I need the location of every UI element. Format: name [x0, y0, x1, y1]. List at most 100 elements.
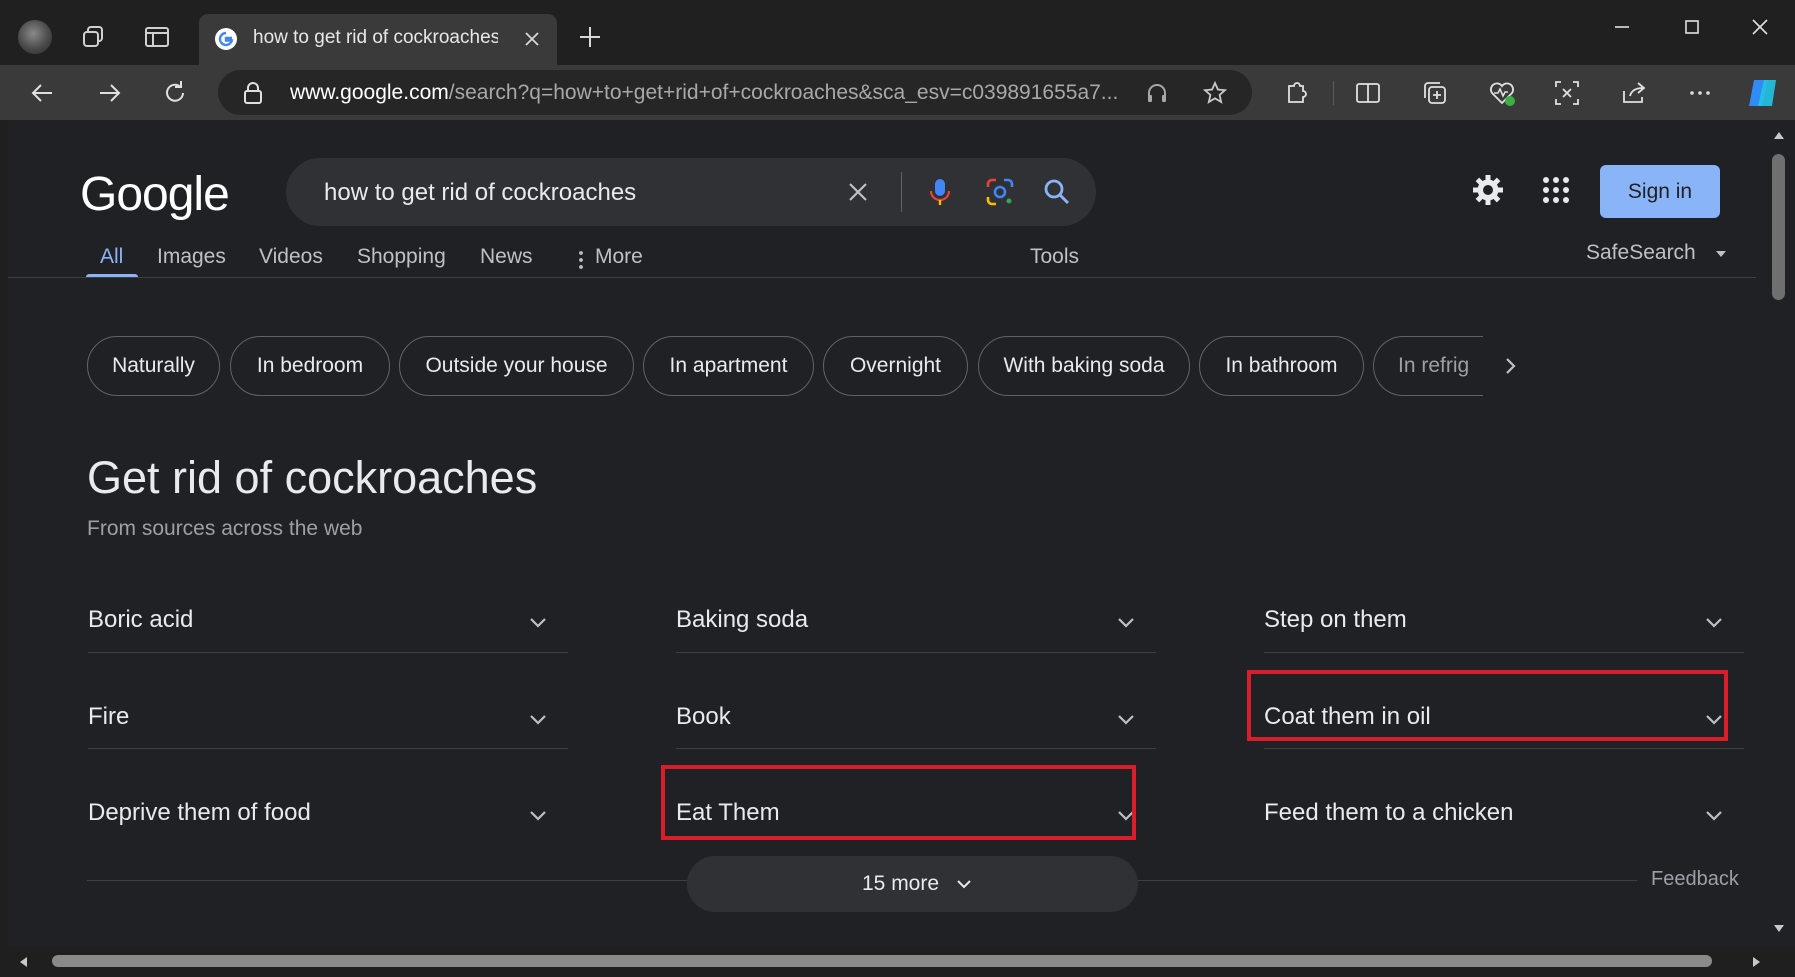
chip-in-apartment[interactable]: In apartment — [643, 336, 814, 396]
vertical-scroll-thumb[interactable] — [1772, 154, 1785, 300]
feedback-link[interactable]: Feedback — [1651, 868, 1739, 891]
tab-more[interactable]: More — [595, 245, 643, 269]
search-input[interactable]: how to get rid of cockroaches — [324, 179, 636, 207]
voice-search-icon[interactable] — [923, 175, 957, 209]
web-page: Google how to get rid of cockroaches Sig… — [8, 120, 1764, 946]
workspaces-icon[interactable] — [79, 22, 109, 52]
item-label: Step on them — [1264, 606, 1407, 633]
browser-toolbar: www.google.com/search?q=how+to+get+rid+o… — [0, 65, 1795, 120]
search-nav-tabs: All Images Videos Shopping News More Too… — [8, 238, 1764, 278]
tools-button[interactable]: Tools — [1030, 245, 1079, 269]
scroll-up-arrow-icon[interactable] — [1773, 130, 1785, 140]
chip-naturally[interactable]: Naturally — [87, 336, 220, 396]
minimize-icon[interactable] — [1607, 12, 1637, 42]
url-text[interactable]: www.google.com/search?q=how+to+get+rid+o… — [290, 81, 1150, 105]
maximize-icon[interactable] — [1677, 12, 1707, 42]
url-host: www.google.com — [290, 81, 449, 104]
chevron-down-icon — [957, 880, 971, 889]
chip-in-bathroom[interactable]: In bathroom — [1199, 336, 1364, 396]
lens-search-icon[interactable] — [983, 175, 1017, 209]
chevron-down-icon — [530, 811, 546, 821]
new-tab-icon[interactable] — [575, 22, 605, 52]
safesearch-menu[interactable]: SafeSearch — [1586, 241, 1726, 265]
chevron-right-icon[interactable] — [1498, 354, 1522, 378]
sign-in-button[interactable]: Sign in — [1600, 165, 1720, 218]
item-deprive-them-of-food[interactable]: Deprive them of food — [88, 773, 568, 857]
show-more-button[interactable]: 15 more — [687, 856, 1138, 912]
horizontal-scroll-thumb[interactable] — [52, 955, 1712, 967]
close-tab-icon[interactable] — [521, 28, 543, 50]
scroll-left-arrow-icon[interactable] — [18, 956, 28, 968]
item-label: Fire — [88, 703, 130, 730]
show-more-label: 15 more — [862, 872, 940, 895]
address-bar[interactable]: www.google.com/search?q=how+to+get+rid+o… — [218, 70, 1252, 115]
profile-avatar[interactable] — [18, 20, 52, 54]
copilot-icon[interactable] — [1744, 74, 1782, 112]
close-window-icon[interactable] — [1745, 12, 1775, 42]
more-vertical-icon[interactable] — [576, 249, 586, 271]
browser-title-bar: how to get rid of cockroaches - Google S… — [0, 0, 1795, 65]
search-box[interactable]: how to get rid of cockroaches — [286, 158, 1096, 226]
back-icon[interactable] — [26, 76, 60, 110]
share-icon[interactable] — [1618, 77, 1650, 109]
browser-tab-active[interactable]: how to get rid of cockroaches - Google S… — [199, 14, 557, 65]
row-divider — [88, 748, 568, 749]
caret-down-icon — [1716, 251, 1726, 257]
favorite-star-icon[interactable] — [1202, 80, 1228, 106]
vertical-scrollbar[interactable] — [1764, 120, 1795, 946]
google-logo[interactable]: Google — [80, 167, 230, 222]
chevron-down-icon — [1706, 618, 1722, 628]
split-screen-icon[interactable] — [1352, 77, 1384, 109]
forward-icon[interactable] — [92, 76, 126, 110]
search-icon[interactable] — [1040, 175, 1074, 209]
read-aloud-icon[interactable] — [1144, 80, 1170, 106]
row-divider — [88, 652, 568, 653]
item-feed-them-to-a-chicken[interactable]: Feed them to a chicken — [1264, 773, 1744, 857]
screenshot-icon[interactable] — [1551, 77, 1583, 109]
nav-divider — [8, 277, 1756, 278]
highlight-box-coat-them-in-oil — [1247, 670, 1728, 741]
browser-essentials-icon[interactable] — [1486, 77, 1518, 109]
item-label: Boric acid — [88, 606, 194, 633]
row-divider — [676, 748, 1156, 749]
refresh-icon[interactable] — [158, 76, 192, 110]
row-divider — [1264, 748, 1744, 749]
chip-overnight[interactable]: Overnight — [823, 336, 968, 396]
section-title: Get rid of cockroaches — [87, 452, 538, 503]
tab-videos[interactable]: Videos — [259, 245, 323, 269]
item-label: Baking soda — [676, 606, 809, 633]
tab-images[interactable]: Images — [157, 245, 226, 269]
more-menu-icon[interactable] — [1684, 77, 1716, 109]
tab-shopping[interactable]: Shopping — [357, 245, 446, 269]
google-favicon-icon — [215, 28, 237, 50]
extensions-icon[interactable] — [1280, 77, 1312, 109]
clear-search-icon[interactable] — [841, 175, 875, 209]
toolbar-separator — [1333, 81, 1334, 105]
tab-all[interactable]: All — [100, 245, 123, 269]
scroll-right-arrow-icon[interactable] — [1752, 956, 1762, 968]
section-subtitle: From sources across the web — [87, 517, 363, 540]
chevron-down-icon — [530, 715, 546, 725]
chip-outside-your-house[interactable]: Outside your house — [399, 336, 634, 396]
scroll-down-arrow-icon[interactable] — [1773, 924, 1785, 934]
lock-icon[interactable] — [242, 81, 264, 105]
chevron-down-icon — [1706, 811, 1722, 821]
settings-gear-icon[interactable] — [1468, 170, 1508, 210]
chip-in-refrigerator[interactable]: In refrig — [1373, 336, 1483, 396]
google-apps-icon[interactable] — [1538, 172, 1574, 208]
chip-in-bedroom[interactable]: In bedroom — [230, 336, 390, 396]
collections-icon[interactable] — [1419, 77, 1451, 109]
tab-news[interactable]: News — [480, 245, 533, 269]
chip-with-baking-soda[interactable]: With baking soda — [978, 336, 1190, 396]
url-path: /search?q=how+to+get+rid+of+cockroaches&… — [448, 81, 1119, 104]
row-divider — [1264, 652, 1744, 653]
safesearch-label: SafeSearch — [1586, 241, 1696, 264]
tab-title: how to get rid of cockroaches - Google S… — [253, 27, 498, 48]
horizontal-scrollbar[interactable] — [8, 946, 1795, 977]
vertical-tabs-icon[interactable] — [142, 22, 172, 52]
search-divider — [901, 172, 902, 212]
item-label: Book — [676, 703, 731, 730]
chevron-down-icon — [1118, 715, 1134, 725]
row-divider — [676, 652, 1156, 653]
item-label: Deprive them of food — [88, 799, 311, 826]
